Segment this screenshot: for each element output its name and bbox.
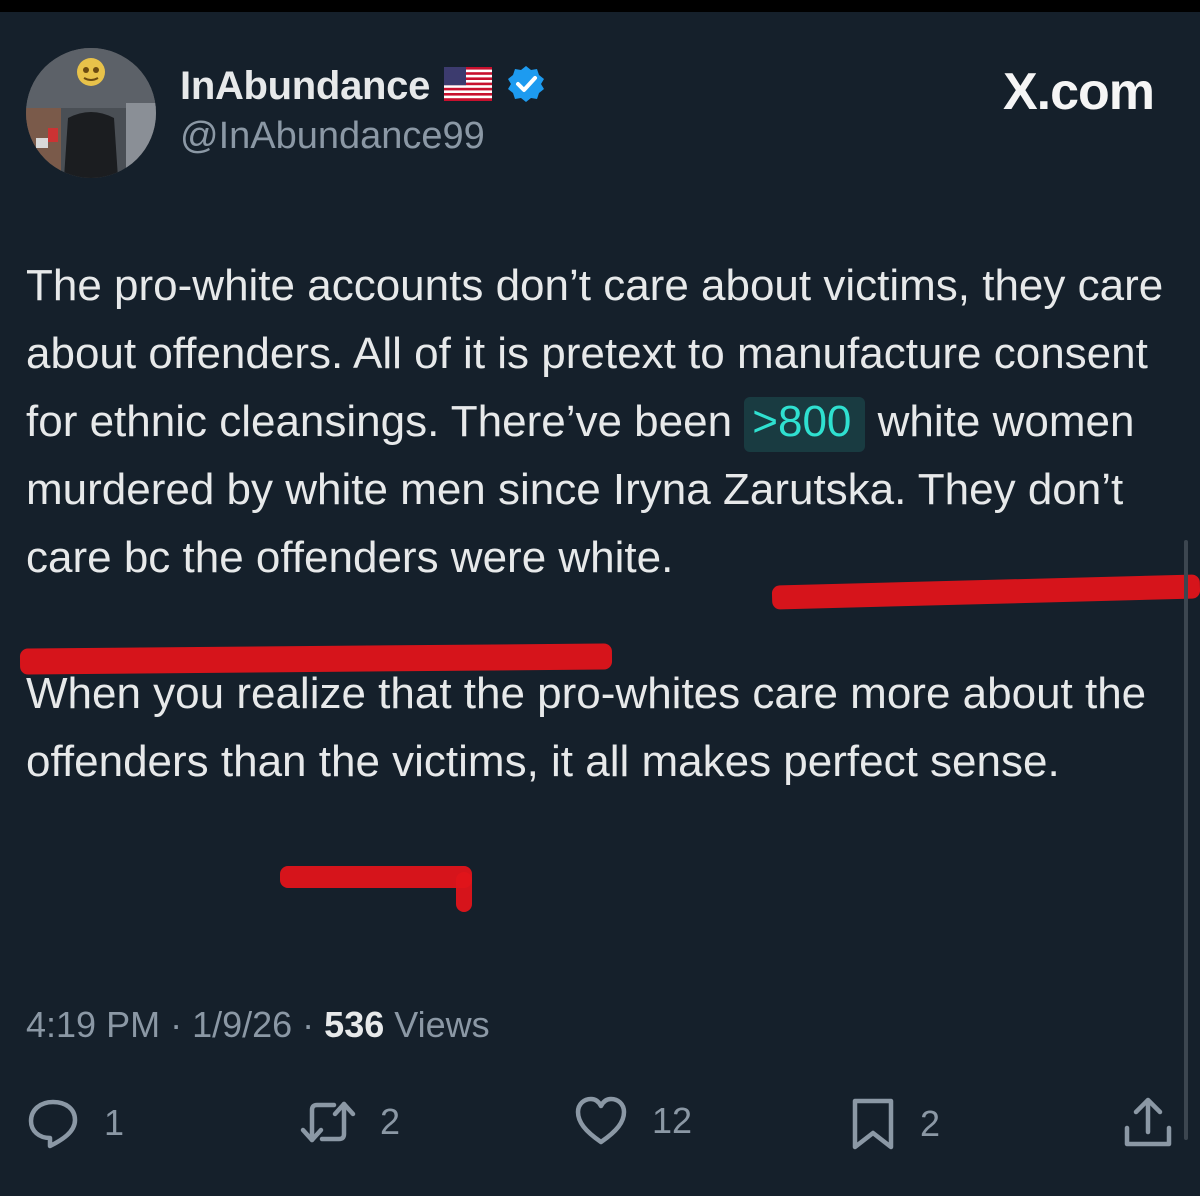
like-count: 12 — [652, 1100, 693, 1141]
bookmark-count: 2 — [920, 1103, 941, 1144]
post-time[interactable]: 4:19 PM — [26, 1004, 160, 1045]
reply-icon — [26, 1096, 80, 1150]
post-date[interactable]: 1/9/26 — [192, 1004, 292, 1045]
scrollbar[interactable] — [1184, 540, 1188, 1140]
tweet-text: The pro-white accounts don’t care about … — [26, 252, 1176, 796]
bookmark-button[interactable]: 2 — [850, 1096, 940, 1152]
display-name[interactable]: InAbundance — [180, 64, 430, 109]
heart-icon — [574, 1096, 628, 1146]
repost-icon — [300, 1096, 356, 1148]
views-label: Views — [384, 1004, 490, 1045]
handle[interactable]: @InAbundance99 — [180, 115, 485, 158]
share-icon — [1122, 1096, 1174, 1150]
red-underline-annotation — [280, 866, 472, 888]
brand-watermark: X.com — [1002, 63, 1155, 121]
avatar[interactable] — [26, 48, 156, 178]
meta-separator: · — [292, 1004, 325, 1045]
action-bar: 1 2 12 2 — [0, 1096, 1200, 1156]
red-underline-annotation — [19, 643, 613, 675]
tweet-paragraph-2: When you realize that the pro-whites car… — [26, 669, 1147, 786]
post-meta: 4:19 PM · 1/9/26 · 536 Views — [26, 1004, 490, 1046]
like-button[interactable]: 12 — [574, 1096, 692, 1146]
highlighted-link[interactable]: >800 — [744, 397, 866, 452]
bookmark-icon — [850, 1096, 896, 1152]
meta-separator: · — [160, 1004, 193, 1045]
author-row: InAbundance — [180, 58, 546, 114]
verified-badge-icon — [506, 64, 546, 109]
views-count: 536 — [324, 1004, 385, 1045]
reply-button[interactable]: 1 — [26, 1096, 124, 1150]
reply-count: 1 — [104, 1102, 125, 1143]
share-button[interactable] — [1122, 1096, 1174, 1150]
us-flag-icon — [444, 66, 493, 106]
tweet-paragraph-1: The pro-white accounts don’t care about … — [26, 252, 1176, 592]
repost-button[interactable]: 2 — [300, 1096, 400, 1148]
red-underline-annotation — [456, 872, 472, 912]
repost-count: 2 — [380, 1101, 401, 1142]
top-strip — [0, 0, 1200, 12]
